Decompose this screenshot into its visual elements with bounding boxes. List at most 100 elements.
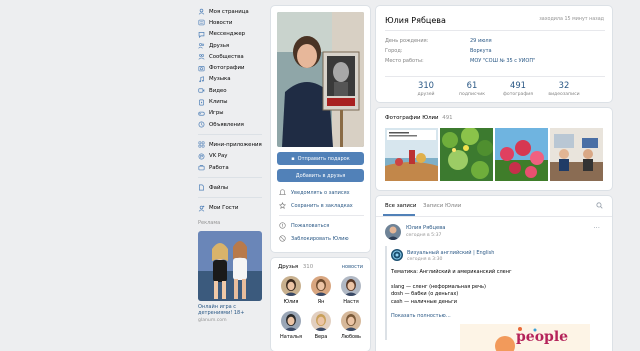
stat-label: подписчик bbox=[459, 92, 485, 97]
repost-author[interactable]: Визуальный английский | English bbox=[407, 250, 494, 256]
sidebar-item-label: Игры bbox=[209, 110, 224, 117]
stat-label: друзей bbox=[417, 92, 435, 97]
save-bookmarks-action[interactable]: Сохранить в закладках bbox=[279, 199, 364, 212]
sidebar-item-label: Клипы bbox=[209, 99, 228, 106]
sidebar-item-label: VK Pay bbox=[209, 153, 228, 160]
sidebar-item-label: Мини-приложения bbox=[209, 141, 262, 148]
post-author-avatar[interactable] bbox=[385, 224, 401, 240]
info-key: Город: bbox=[385, 48, 403, 54]
sidebar-item-chat[interactable]: Мессенджер bbox=[198, 29, 266, 40]
stat-label: фотография bbox=[502, 92, 534, 97]
apps-icon bbox=[198, 141, 205, 148]
bell-icon bbox=[279, 189, 286, 196]
sidebar-item-user[interactable]: Моя страница bbox=[198, 6, 266, 17]
friend-item[interactable]: Ян bbox=[306, 276, 336, 305]
profile-stat[interactable]: 491 фотография bbox=[495, 80, 541, 97]
post-author[interactable]: Юлия Рябцева bbox=[406, 225, 445, 231]
photo-thumbnail[interactable] bbox=[550, 128, 603, 181]
user-icon bbox=[198, 8, 205, 15]
sidebar-item-apps[interactable]: Мини-приложения bbox=[198, 139, 266, 150]
friend-name[interactable]: Ян bbox=[306, 299, 336, 305]
friend-avatar[interactable] bbox=[311, 311, 331, 331]
sidebar-item-guests[interactable]: Мои Гости bbox=[198, 202, 266, 213]
friend-avatar[interactable] bbox=[281, 276, 301, 296]
photos-title[interactable]: Фотографии Юлии 491 bbox=[385, 115, 453, 121]
sidebar-item-ads[interactable]: Объявления bbox=[198, 119, 266, 130]
ad-title[interactable]: Онлайн игра с детрениями! 18+ bbox=[198, 304, 266, 317]
sidebar-item-label: Работа bbox=[209, 164, 229, 171]
search-icon[interactable] bbox=[596, 202, 603, 209]
profile-info-row: День рождения: 29 июля bbox=[385, 36, 605, 46]
clips-icon bbox=[198, 99, 205, 106]
profile-name: Юлия Рябцева bbox=[385, 16, 446, 25]
sidebar-item-files[interactable]: Файлы bbox=[198, 182, 266, 193]
communities-icon bbox=[198, 53, 205, 60]
post-time[interactable]: сегодня в 5:37 bbox=[406, 233, 441, 238]
report-action[interactable]: Пожаловаться bbox=[279, 219, 364, 232]
friend-avatar[interactable] bbox=[341, 311, 361, 331]
friend-name[interactable]: Настя bbox=[336, 299, 366, 305]
photo-thumbnail[interactable] bbox=[440, 128, 493, 181]
chat-icon bbox=[198, 31, 205, 38]
friends-count: 310 bbox=[302, 264, 314, 270]
music-icon bbox=[198, 76, 205, 83]
show-more-link[interactable]: Показать полностью… bbox=[391, 313, 451, 319]
info-key: День рождения: bbox=[385, 38, 429, 44]
friend-avatar[interactable] bbox=[281, 311, 301, 331]
friends-title[interactable]: Друзья 310 bbox=[278, 264, 313, 270]
sidebar-item-communities[interactable]: Сообщества bbox=[198, 51, 266, 62]
sidebar-item-friends[interactable]: Друзья bbox=[198, 40, 266, 51]
profile-info-row: Место работы: МОУ "СОШ № 35 с УИОП" bbox=[385, 56, 605, 66]
photo-thumbnail[interactable] bbox=[385, 128, 438, 181]
block-icon bbox=[279, 235, 286, 242]
sidebar-item-photo[interactable]: Фотографии bbox=[198, 62, 266, 73]
gift-icon: ▪ bbox=[291, 155, 295, 162]
friend-name[interactable]: Наталья bbox=[276, 334, 306, 340]
friend-avatar[interactable] bbox=[311, 276, 331, 296]
sidebar-item-vkpay[interactable]: VK Pay bbox=[198, 151, 266, 162]
ad-image[interactable] bbox=[198, 230, 262, 301]
profile-stat[interactable]: 32 видеозаписи bbox=[541, 80, 587, 97]
sidebar-item-work[interactable]: Работа bbox=[198, 162, 266, 173]
info-value[interactable]: Воркута bbox=[470, 48, 492, 54]
send-gift-button[interactable]: ▪ Отправить подарок bbox=[277, 152, 364, 165]
stat-number: 32 bbox=[558, 80, 570, 90]
last-seen: заходила 15 минут назад bbox=[539, 17, 604, 22]
friend-item[interactable]: Любовь bbox=[336, 311, 366, 340]
sidebar-item-clips[interactable]: Клипы bbox=[198, 96, 266, 107]
friend-name[interactable]: Любовь bbox=[336, 334, 366, 340]
friend-item[interactable]: Наталья bbox=[276, 311, 306, 340]
sidebar-item-label: Объявления bbox=[209, 121, 244, 128]
repost-time[interactable]: сегодня в 3:30 bbox=[407, 257, 442, 262]
friend-item[interactable]: Юлия bbox=[276, 276, 306, 305]
post-text-line bbox=[391, 276, 591, 283]
friend-name[interactable]: Юлия bbox=[276, 299, 306, 305]
profile-stat[interactable]: 310 друзей bbox=[403, 80, 449, 97]
repost-author-avatar[interactable] bbox=[391, 249, 403, 261]
info-value[interactable]: МОУ "СОШ № 35 с УИОП" bbox=[470, 58, 535, 64]
work-icon bbox=[198, 164, 205, 171]
friend-avatar[interactable] bbox=[341, 276, 361, 296]
more-options-icon[interactable]: ··· bbox=[593, 224, 600, 232]
tab-all-posts[interactable]: Все записи bbox=[385, 203, 416, 209]
sidebar-item-games[interactable]: Игры bbox=[198, 108, 266, 119]
sidebar-item-music[interactable]: Музыка bbox=[198, 74, 266, 85]
friend-item[interactable]: Вера bbox=[306, 311, 336, 340]
tab-own-posts[interactable]: Записи Юлии bbox=[423, 203, 461, 209]
add-friend-button[interactable]: Добавить в друзья bbox=[277, 169, 364, 182]
games-icon bbox=[198, 110, 205, 117]
info-value[interactable]: 29 июля bbox=[470, 38, 492, 44]
post-text-line: Тематика: Английский и американский слен… bbox=[391, 269, 512, 275]
profile-stat[interactable]: 61 подписчик bbox=[449, 80, 495, 97]
friend-item[interactable]: Настя bbox=[336, 276, 366, 305]
photo-thumbnail[interactable] bbox=[495, 128, 548, 181]
friends-news-link[interactable]: новости bbox=[342, 264, 363, 270]
profile-photo[interactable] bbox=[277, 12, 364, 147]
sidebar-item-video[interactable]: Видео bbox=[198, 85, 266, 96]
post-image[interactable]: people bbox=[460, 324, 590, 351]
friends-icon bbox=[198, 42, 205, 49]
block-user-action[interactable]: Заблокировать Юлию bbox=[279, 232, 364, 245]
sidebar-item-news[interactable]: Новости bbox=[198, 17, 266, 28]
notify-posts-action[interactable]: Уведомлять о записях bbox=[279, 186, 364, 199]
friend-name[interactable]: Вера bbox=[306, 334, 336, 340]
